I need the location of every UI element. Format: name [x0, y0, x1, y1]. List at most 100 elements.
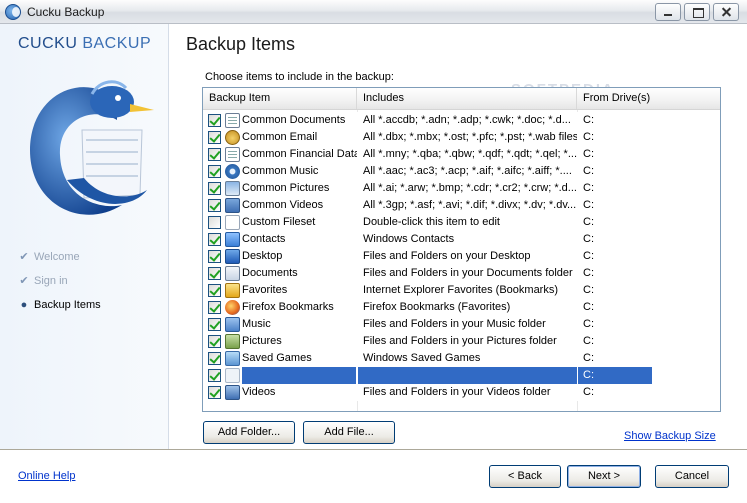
item-checkbox[interactable]: [208, 369, 221, 382]
item-checkbox[interactable]: [208, 114, 221, 127]
list-item[interactable]: Common Documents All *.accdb; *.adn; *.ad…: [203, 112, 652, 129]
bullet-icon: ●: [20, 299, 28, 311]
item-checkbox[interactable]: [208, 131, 221, 144]
list-item[interactable]: Common Pictures All *.ai; *.arw; *.bmp; *…: [203, 180, 652, 197]
cell-backup-item: Pictures: [203, 333, 357, 350]
list-item[interactable]: C:: [203, 367, 652, 384]
cell-backup-item: Common Email: [203, 129, 357, 146]
close-button[interactable]: [713, 3, 739, 21]
sidebar: CUCKU BACKUP ✔ Welcome ✔ Sign in ● Backu…: [0, 24, 168, 449]
item-name: Common Email: [242, 131, 318, 143]
brand-name-bold: CUCKU: [18, 35, 78, 52]
item-checkbox[interactable]: [208, 165, 221, 178]
show-backup-size-link[interactable]: Show Backup Size: [624, 430, 716, 442]
cell-from-drive: C:: [577, 316, 652, 333]
item-checkbox[interactable]: [208, 267, 221, 280]
list-item[interactable]: Common Music All *.aac; *.ac3; *.acp; *.a…: [203, 163, 652, 180]
cancel-button[interactable]: Cancel: [655, 465, 729, 488]
backup-items-list[interactable]: Backup Item Includes From Drive(s) Commo…: [202, 87, 721, 412]
checkmark-icon: ✔: [19, 275, 29, 287]
window-title: Cucku Backup: [27, 5, 105, 19]
list-item[interactable]: Music Files and Folders in your Music fol…: [203, 316, 652, 333]
cell-from-drive: C:: [577, 248, 652, 265]
list-item[interactable]: Firefox Bookmarks Firefox Bookmarks (Favo…: [203, 299, 652, 316]
title-bar: Cucku Backup: [0, 0, 747, 24]
brand-logo-text: CUCKU BACKUP: [18, 35, 151, 53]
step-label: Welcome: [34, 251, 80, 263]
column-header-includes[interactable]: Includes: [357, 88, 577, 109]
item-checkbox[interactable]: [208, 301, 221, 314]
item-checkbox[interactable]: [208, 148, 221, 161]
item-checkbox[interactable]: [208, 182, 221, 195]
folder-icon: [225, 368, 240, 383]
step-backup-items: ● Backup Items: [18, 298, 158, 314]
cell-from-drive: C:: [577, 180, 652, 197]
favorites-star-icon: [225, 283, 240, 298]
item-name: Common Pictures: [242, 182, 330, 194]
cell-includes: Files and Folders in your Pictures folde…: [357, 333, 577, 350]
add-file-button[interactable]: Add File...: [303, 421, 395, 444]
cell-backup-item: Contacts: [203, 231, 357, 248]
item-checkbox[interactable]: [208, 250, 221, 263]
item-name: Saved Games: [242, 352, 312, 364]
step-sign-in: ✔ Sign in: [18, 274, 158, 290]
cell-from-drive: C:: [577, 299, 652, 316]
item-checkbox[interactable]: [208, 233, 221, 246]
contacts-icon: [225, 232, 240, 247]
item-checkbox[interactable]: [208, 352, 221, 365]
cell-from-drive: C:: [577, 129, 652, 146]
list-item[interactable]: Pictures Files and Folders in your Pictur…: [203, 333, 652, 350]
item-name: Videos: [242, 386, 276, 398]
list-item[interactable]: Contacts Windows Contacts C:: [203, 231, 652, 248]
item-name: Documents: [242, 267, 298, 279]
list-item[interactable]: Desktop Files and Folders on your Desktop…: [203, 248, 652, 265]
item-name: Common Financial Data: [242, 148, 357, 160]
music-disc-icon: [225, 164, 240, 179]
item-name: Custom Fileset: [242, 216, 316, 228]
list-item[interactable]: Saved Games Windows Saved Games C:: [203, 350, 652, 367]
maximize-button[interactable]: [684, 3, 710, 21]
list-item[interactable]: Documents Files and Folders in your Docum…: [203, 265, 652, 282]
cell-includes: All *.ai; *.arw; *.bmp; *.cdr; *.cr2; *.…: [357, 180, 577, 197]
cell-includes: Files and Folders in your Music folder: [357, 316, 577, 333]
next-button[interactable]: Next >: [567, 465, 641, 488]
item-checkbox[interactable]: [208, 386, 221, 399]
cell-includes: Internet Explorer Favorites (Bookmarks): [357, 282, 577, 299]
cell-from-drive: C:: [577, 384, 652, 401]
item-checkbox[interactable]: [208, 284, 221, 297]
list-item[interactable]: Videos Files and Folders in your Videos f…: [203, 384, 652, 401]
item-name: Firefox Bookmarks: [242, 301, 334, 313]
cell-backup-item: Common Pictures: [203, 180, 357, 197]
cell-backup-item: Documents: [203, 265, 357, 282]
list-item[interactable]: Favorites Internet Explorer Favorites (Bo…: [203, 282, 652, 299]
cell-backup-item: Saved Games: [203, 350, 357, 367]
cell-from-drive: C:: [577, 282, 652, 299]
add-folder-button[interactable]: Add Folder...: [203, 421, 295, 444]
cell-from-drive: C:: [577, 197, 652, 214]
financial-document-icon: [225, 147, 240, 162]
list-item[interactable]: Common Financial Data All *.mny; *.qba; *…: [203, 146, 652, 163]
back-button[interactable]: < Back: [489, 465, 561, 488]
online-help-link[interactable]: Online Help: [18, 470, 75, 482]
desktop-icon: [225, 249, 240, 264]
column-header-backup-item[interactable]: Backup Item: [203, 88, 357, 109]
item-checkbox[interactable]: [208, 216, 221, 229]
cell-from-drive: C:: [577, 333, 652, 350]
list-item[interactable]: Custom Fileset Double-click this item to …: [203, 214, 652, 231]
list-item[interactable]: Common Videos All *.3gp; *.asf; *.avi; *.…: [203, 197, 652, 214]
list-item[interactable]: Common Email All *.dbx; *.mbx; *.ost; *.p…: [203, 129, 652, 146]
cell-includes: [357, 367, 577, 384]
email-icon: [225, 130, 240, 145]
cell-from-drive: C:: [577, 231, 652, 248]
minimize-button[interactable]: [655, 3, 681, 21]
cell-backup-item: [203, 367, 357, 384]
cell-includes: Files and Folders on your Desktop: [357, 248, 577, 265]
item-checkbox[interactable]: [208, 318, 221, 331]
item-checkbox[interactable]: [208, 199, 221, 212]
sidebar-divider: [168, 24, 169, 449]
column-header-from-drives[interactable]: From Drive(s): [577, 88, 720, 109]
cell-backup-item: Common Documents: [203, 112, 357, 129]
cell-includes: All *.accdb; *.adn; *.adp; *.cwk; *.doc;…: [357, 112, 577, 129]
item-checkbox[interactable]: [208, 335, 221, 348]
item-name: Desktop: [242, 250, 283, 262]
